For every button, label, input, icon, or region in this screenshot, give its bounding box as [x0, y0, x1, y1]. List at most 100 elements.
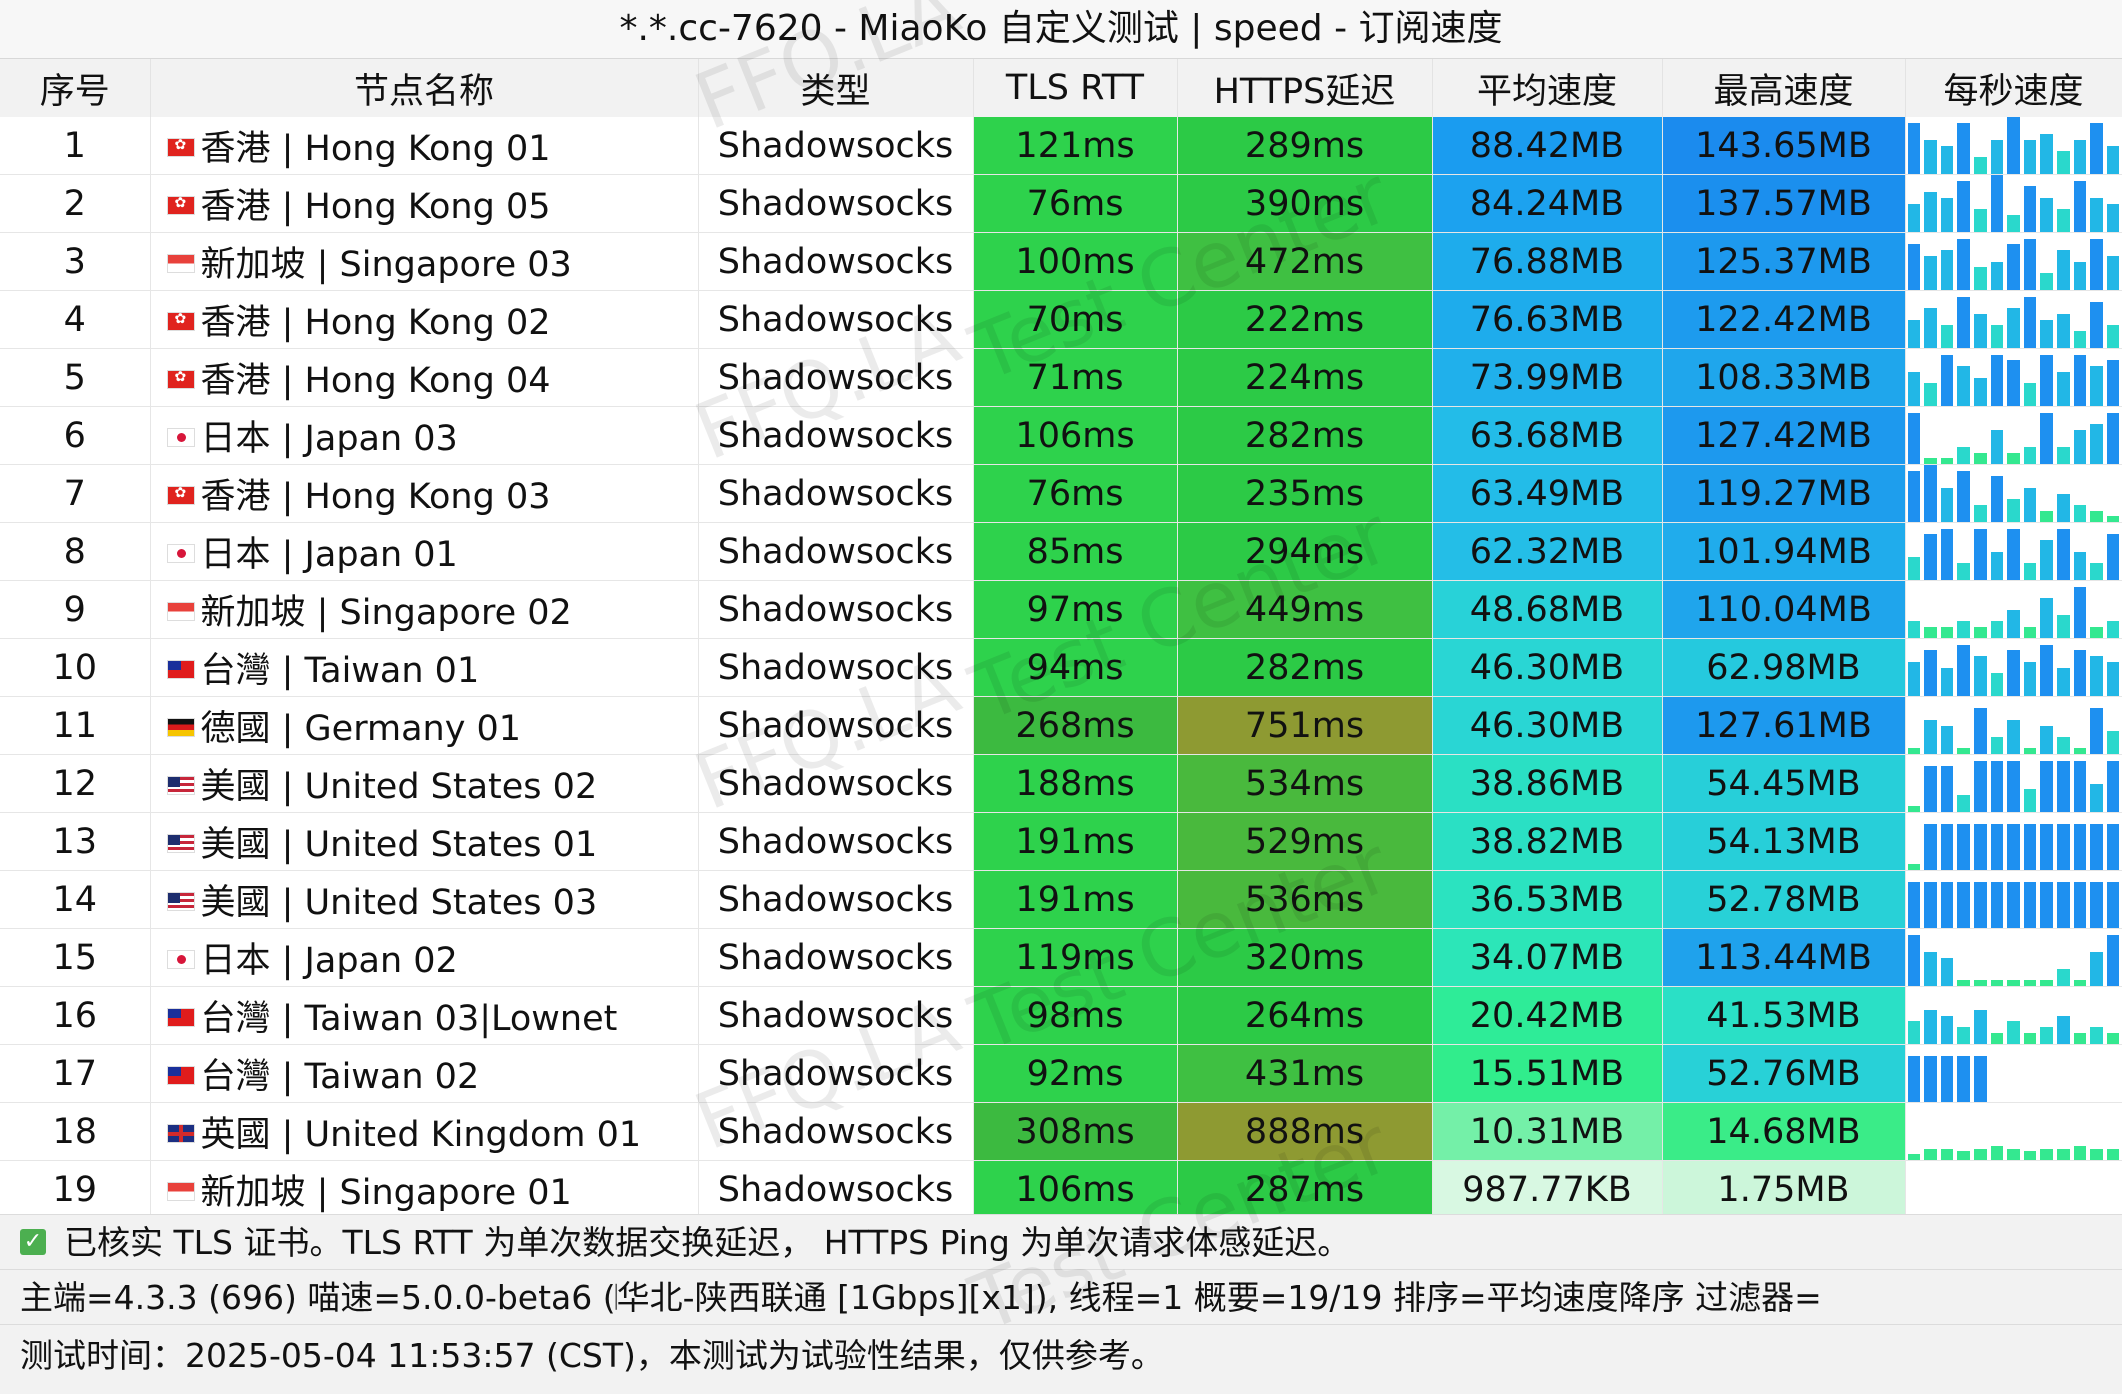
sparkline-bar — [1907, 122, 1921, 174]
sparkline-bar — [1940, 667, 1954, 696]
sparkline-bar — [2040, 197, 2053, 232]
cell-https-latency: 282ms — [1177, 406, 1433, 465]
sparkline-bar — [1990, 139, 2004, 174]
table-row[interactable]: 5 香港 | Hong Kong 04 Shadowsocks71ms224ms73… — [0, 348, 2122, 407]
sparkline-bar — [2090, 626, 2103, 638]
sparkline-bar — [1907, 661, 1921, 696]
table-row[interactable]: 15 日本 | Japan 02 Shadowsocks 119ms 320ms 34.0… — [0, 928, 2122, 987]
sparkline-bar — [1973, 656, 1987, 696]
cell-index: 17 — [0, 1044, 151, 1103]
cell-tls-rtt: 92ms — [973, 1044, 1178, 1103]
cell-https-latency: 235ms — [1177, 464, 1433, 523]
sparkline-bar — [1957, 882, 1970, 928]
table-row[interactable]: 7 香港 | Hong Kong 03 Shadowsocks76ms235ms63… — [0, 464, 2122, 523]
cell-index: 19 — [0, 1160, 151, 1219]
sparkline-bar — [1957, 562, 1970, 580]
speed-sparkline — [1906, 987, 2122, 1044]
cell-index: 18 — [0, 1102, 151, 1161]
cell-type: Shadowsocks — [698, 580, 974, 639]
flag-hk-icon — [166, 195, 195, 215]
speed-sparkline — [1906, 1103, 2122, 1160]
col-header-tls-rtt[interactable]: TLS RTT — [973, 59, 1178, 117]
table-row[interactable]: 8 日本 | Japan 01 Shadowsocks 85ms 294ms 62.32M… — [0, 522, 2122, 581]
sparkline-bar — [2090, 366, 2103, 406]
table-row[interactable]: 2 香港 | Hong Kong 05 Shadowsocks76ms390ms84… — [0, 174, 2122, 233]
cell-avg-speed: 84.24MB — [1432, 174, 1663, 233]
table-row[interactable]: 17 台灣 | Taiwan 02 Shadowsocks 92ms 431ms 15.5… — [0, 1044, 2122, 1103]
cell-node-name: 美國 | United States 01 — [150, 812, 699, 871]
col-header-max-speed[interactable]: 最高速度 — [1662, 59, 1906, 117]
table-row[interactable]: 16 台灣 | Taiwan 03|Lownet Shadowsocks 98ms 26… — [0, 986, 2122, 1045]
table-row[interactable]: 10 台灣 | Taiwan 01 Shadowsocks 94ms 282ms 46.3… — [0, 638, 2122, 697]
sparkline-bar — [2007, 528, 2020, 580]
sparkline-bar — [2040, 510, 2053, 522]
sparkline-bar — [2040, 644, 2053, 696]
cell-avg-speed: 38.86MB — [1432, 754, 1663, 813]
table-row[interactable]: 18 英國 | United Kingdom 01 Shadowsocks 308ms… — [0, 1102, 2122, 1161]
cell-avg-speed: 38.82MB — [1432, 812, 1663, 871]
sparkline-bar — [1990, 620, 2004, 638]
col-header-index[interactable]: 序号 — [0, 59, 151, 117]
cell-index: 2 — [0, 174, 151, 233]
sparkline-bar — [2007, 117, 2020, 174]
sparkline-bar — [1924, 534, 1937, 580]
table-row[interactable]: 9 新加坡 | Singapore 02 Shadowsocks 97ms 449ms 4… — [0, 580, 2122, 639]
cell-per-second-speed — [1905, 580, 2122, 639]
col-header-type[interactable]: 类型 — [698, 59, 974, 117]
sparkline-bar — [2090, 122, 2103, 174]
sparkline-bar — [1907, 934, 1921, 986]
sparkline-bar — [2056, 882, 2070, 928]
cell-avg-speed: 987.77KB — [1432, 1160, 1663, 1219]
sparkline-bar — [1924, 465, 1937, 522]
sparkline-bar — [2007, 824, 2020, 870]
flag-tw-icon — [166, 659, 195, 679]
sparkline-bar — [2106, 934, 2120, 986]
sparkline-bar — [2073, 330, 2087, 348]
sparkline-bar — [1907, 882, 1921, 928]
sparkline-bar — [1924, 824, 1937, 870]
sparkline-bar — [2007, 308, 2020, 348]
sparkline-bar — [2023, 882, 2037, 928]
cell-max-speed: 52.76MB — [1662, 1044, 1906, 1103]
footer-test-time: 测试时间：2025-05-04 11:53:57 (CST)，本测试为试验性结果… — [0, 1324, 2122, 1394]
table-row[interactable]: 13 美國 | United States 01 Shadowsocks 191ms 5… — [0, 812, 2122, 871]
col-header-avg-speed[interactable]: 平均速度 — [1432, 59, 1663, 117]
col-header-node-name[interactable]: 节点名称 — [150, 59, 699, 117]
table-row[interactable]: 11 德國 | Germany 01 Shadowsocks 268ms 751ms 46… — [0, 696, 2122, 755]
sparkline-bar — [1973, 377, 1987, 406]
cell-node-name: 日本 | Japan 03 — [150, 406, 699, 465]
cell-max-speed: 108.33MB — [1662, 348, 1906, 407]
sparkline-bar — [2056, 250, 2070, 290]
sparkline-bar — [2073, 551, 2087, 580]
sparkline-bar — [2090, 656, 2103, 696]
sparkline-bar — [2040, 598, 2053, 638]
node-name-label: 德國 | Germany 01 — [200, 709, 522, 749]
table-row[interactable]: 19 新加坡 | Singapore 01 Shadowsocks 106ms 287m… — [0, 1160, 2122, 1219]
table-row[interactable]: 4 香港 | Hong Kong 02 Shadowsocks70ms222ms76… — [0, 290, 2122, 349]
col-header-per-second-speed[interactable]: 每秒速度 — [1905, 59, 2122, 117]
table-row[interactable]: 14 美國 | United States 03 Shadowsocks 191ms 5… — [0, 870, 2122, 929]
cell-node-name: 日本 | Japan 02 — [150, 928, 699, 987]
sparkline-bar — [2090, 1148, 2103, 1160]
sparkline-bar — [2040, 824, 2053, 870]
node-name-label: 香港 | Hong Kong 03 — [200, 477, 551, 517]
table-row[interactable]: 6 日本 | Japan 03 Shadowsocks 106ms 282ms 63.68… — [0, 406, 2122, 465]
table-row[interactable]: 12 美國 | United States 02 Shadowsocks 188ms 5… — [0, 754, 2122, 813]
table-row[interactable]: 1 香港 | Hong Kong 01 Shadowsocks121ms289ms8… — [0, 117, 2122, 175]
speed-sparkline — [1906, 1161, 2122, 1218]
flag-tw-icon — [166, 1007, 195, 1027]
sparkline-bar — [2040, 760, 2053, 812]
cell-index: 13 — [0, 812, 151, 871]
sparkline-bar — [1990, 882, 2004, 928]
table-row[interactable]: 3 新加坡 | Singapore 03 Shadowsocks 100ms 472ms… — [0, 232, 2122, 291]
cell-https-latency: 536ms — [1177, 870, 1433, 929]
sparkline-bar — [2023, 824, 2037, 870]
cell-index: 7 — [0, 464, 151, 523]
sparkline-bar — [2073, 650, 2087, 696]
cell-max-speed: 52.78MB — [1662, 870, 1906, 929]
sparkline-bar — [1924, 719, 1937, 754]
table-header: 序号 节点名称 类型 TLS RTT HTTPS延迟 平均速度 最高速度 每秒速… — [0, 59, 2122, 117]
sparkline-bar — [2090, 708, 2103, 754]
sparkline-bar — [2106, 731, 2120, 754]
col-header-https-latency[interactable]: HTTPS延迟 — [1177, 59, 1433, 117]
